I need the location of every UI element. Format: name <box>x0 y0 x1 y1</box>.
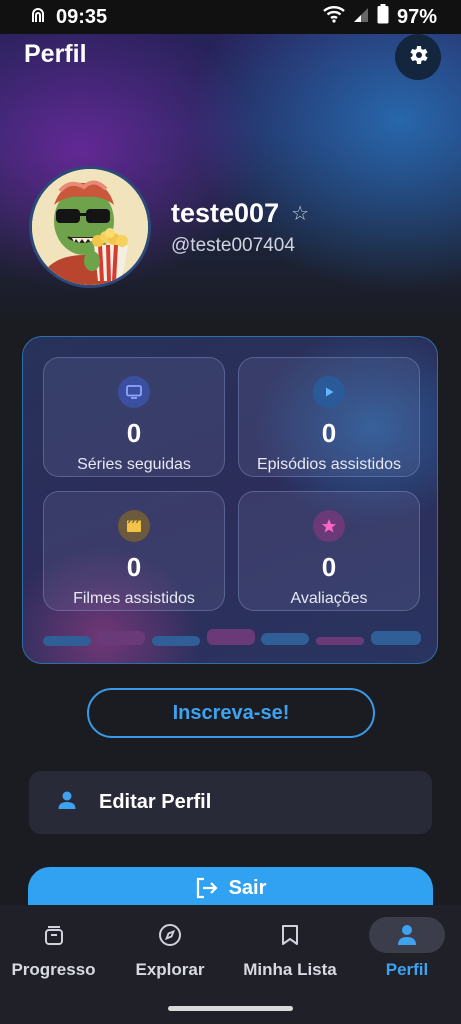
nav-label-profile: Perfil <box>385 960 429 979</box>
star-icon[interactable]: ☆ <box>291 201 309 226</box>
logout-label: Sair <box>228 877 267 899</box>
stat-tile-ratings[interactable]: 0 Avaliações <box>238 491 420 611</box>
series-count: 0 <box>126 418 142 448</box>
edit-profile-label: Editar Perfil <box>99 791 212 813</box>
episodes-label: Episódios assistidos <box>256 456 402 473</box>
nav-item-profile[interactable]: Perfil <box>368 905 446 995</box>
decorative-bar <box>371 631 421 645</box>
nav-item-my-list[interactable]: Minha Lista <box>236 905 344 995</box>
profile-username: teste007 ☆ <box>171 198 309 229</box>
logout-icon <box>195 877 219 905</box>
page-title: Perfil <box>24 40 87 68</box>
decorative-bars <box>43 627 423 647</box>
avatar[interactable] <box>29 166 151 288</box>
battery-percentage: 97% <box>396 5 437 28</box>
stat-tile-series[interactable]: 0 Séries seguidas <box>43 357 225 477</box>
home-indicator[interactable] <box>168 1006 293 1011</box>
movies-count: 0 <box>126 552 142 582</box>
hotspot-icon <box>30 5 46 29</box>
profile-handle: @teste007404 <box>171 235 295 256</box>
subscribe-button[interactable]: Inscreva-se! <box>87 688 375 738</box>
decorative-bar <box>207 629 255 645</box>
bookmark-icon <box>252 917 328 953</box>
play-icon <box>313 376 345 408</box>
zombie-avatar-illustration <box>32 169 148 285</box>
decorative-bar <box>97 631 145 645</box>
nav-item-progress[interactable]: Progresso <box>0 905 107 995</box>
username-text: teste007 <box>171 198 280 228</box>
edit-profile-button[interactable]: Editar Perfil <box>29 771 432 834</box>
gear-icon <box>406 43 430 72</box>
ratings-count: 0 <box>321 552 337 582</box>
battery-icon <box>377 4 389 30</box>
decorative-bar <box>43 636 91 646</box>
star-rating-icon <box>313 510 345 542</box>
nav-item-explore[interactable]: Explorar <box>120 905 220 995</box>
decorative-bar <box>316 637 364 645</box>
stat-tile-episodes[interactable]: 0 Episódios assistidos <box>238 357 420 477</box>
nav-label-my-list: Minha Lista <box>243 960 337 979</box>
nav-label-progress: Progresso <box>11 960 96 979</box>
settings-button[interactable] <box>395 34 441 80</box>
series-label: Séries seguidas <box>77 456 191 473</box>
episodes-count: 0 <box>321 418 337 448</box>
movies-label: Filmes assistidos <box>73 590 195 607</box>
clapperboard-icon <box>118 510 150 542</box>
ratings-label: Avaliações <box>290 590 368 607</box>
status-time: 09:35 <box>56 5 108 28</box>
profile-icon <box>369 917 445 953</box>
signal-icon <box>353 5 369 29</box>
compass-icon <box>132 917 208 953</box>
nav-label-explore: Explorar <box>135 960 205 979</box>
decorative-bar <box>152 636 200 646</box>
status-bar: 09:35 97% <box>0 0 461 34</box>
stats-card: 0 Séries seguidas 0 Episódios assistidos… <box>22 336 438 664</box>
stat-tile-movies[interactable]: 0 Filmes assistidos <box>43 491 225 611</box>
tv-icon <box>118 376 150 408</box>
archive-icon <box>16 917 92 953</box>
wifi-icon <box>323 5 345 29</box>
person-icon <box>57 790 77 816</box>
decorative-bar <box>261 633 309 645</box>
